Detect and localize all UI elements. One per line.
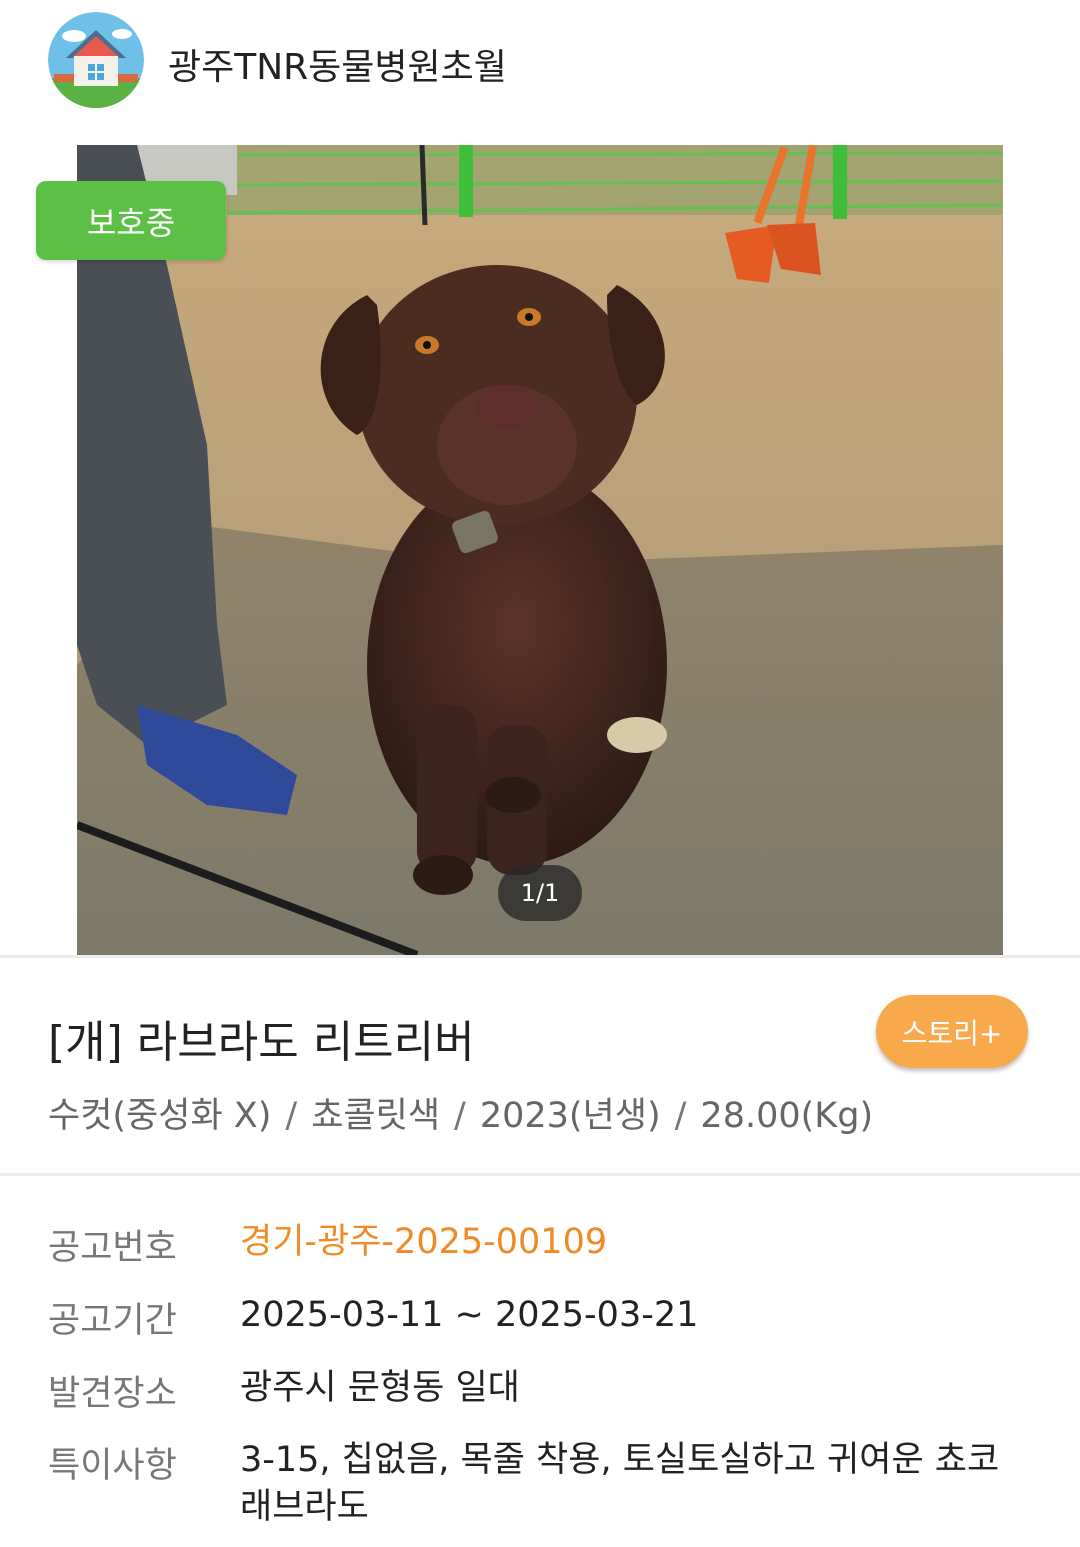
notice-number-label: 공고번호 [48, 1228, 177, 1268]
remarks-value: 3-15, 칩없음, 목줄 착용, 토실토실하고 귀여운 쵸코 래브라도 [240, 1440, 1000, 1528]
remarks-label: 특이사항 [48, 1446, 177, 1486]
meta-separator: / [454, 1096, 466, 1136]
notice-period-label: 공고기간 [48, 1301, 177, 1341]
found-place-value: 광주시 문형동 일대 [240, 1368, 520, 1408]
animal-weight: 28.00(Kg) [700, 1096, 874, 1136]
notice-period-value: 2025-03-11 ~ 2025-03-21 [240, 1295, 699, 1335]
animal-photo[interactable] [77, 145, 1003, 955]
animal-meta: 수컷(중성화 X) / 쵸콜릿색 / 2023(년생) / 28.00(Kg) [48, 1087, 873, 1138]
notice-number-value[interactable]: 경기-광주-2025-00109 [240, 1219, 1010, 1266]
story-button[interactable]: 스토리+ [876, 995, 1028, 1068]
meta-separator: / [674, 1096, 687, 1136]
house-icon [48, 12, 144, 108]
shelter-avatar[interactable] [48, 12, 144, 108]
animal-sex: 수컷(중성화 X) [48, 1096, 272, 1136]
status-badge: 보호중 [36, 181, 226, 260]
photo-counter: 1/1 [498, 865, 582, 921]
found-place-label: 발견장소 [48, 1374, 177, 1414]
animal-birth: 2023(년생) [479, 1096, 661, 1136]
divider [0, 1173, 1080, 1176]
shelter-header: 광주TNR동물병원초월 [0, 0, 1080, 125]
dog-photo-illustration [77, 145, 1003, 955]
animal-color: 쵸콜릿색 [311, 1096, 441, 1136]
animal-title: [개] 라브라도 리트리버 [48, 1017, 475, 1068]
shelter-name[interactable]: 광주TNR동물병원초월 [168, 38, 507, 90]
divider [0, 955, 1080, 958]
meta-separator: / [285, 1096, 298, 1136]
